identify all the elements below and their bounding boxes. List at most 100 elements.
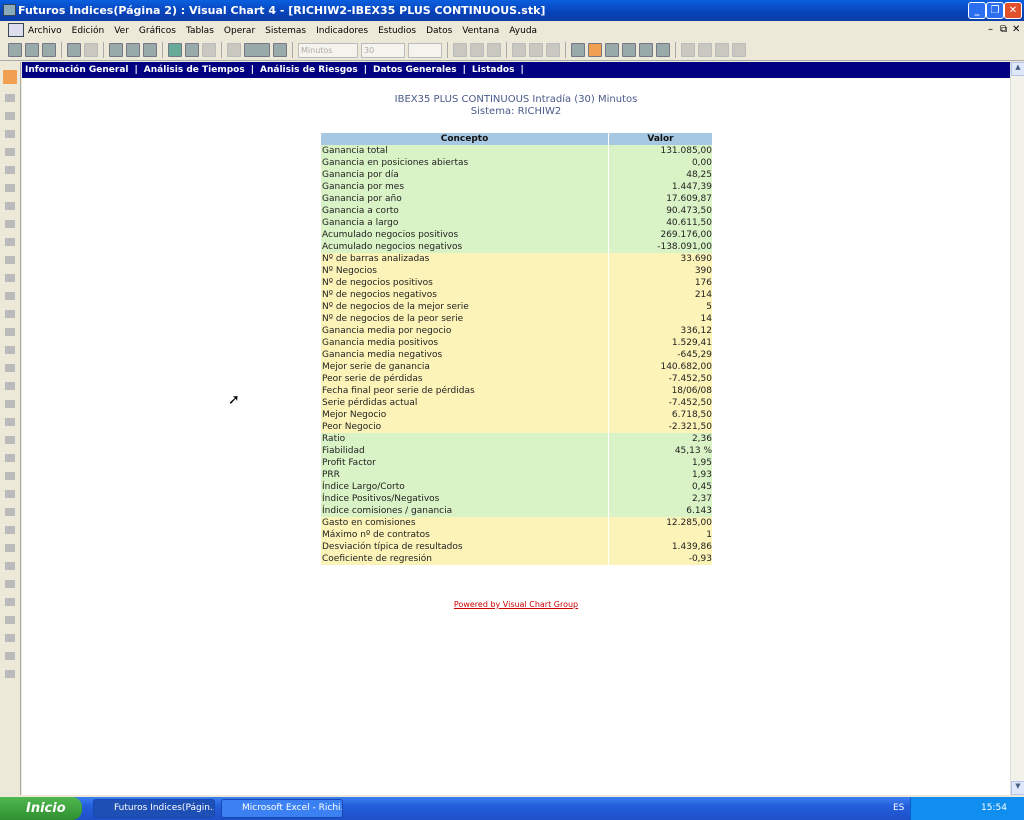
menu-0[interactable]: Archivo bbox=[28, 26, 62, 36]
language-indicator[interactable]: ES bbox=[893, 797, 904, 820]
drawing-tool-icon[interactable] bbox=[5, 130, 15, 138]
vertical-scrollbar[interactable]: ▲ ▼ bbox=[1010, 62, 1024, 795]
drawing-tool-icon[interactable] bbox=[5, 544, 15, 552]
period-select[interactable]: Minutos bbox=[298, 42, 358, 58]
select-tool-icon[interactable] bbox=[3, 70, 17, 84]
drawing-tool-icon[interactable] bbox=[5, 400, 15, 408]
properties-icon[interactable] bbox=[227, 43, 241, 57]
task-excel[interactable]: Microsoft Excel - Richi... bbox=[221, 799, 343, 818]
key-icon[interactable] bbox=[185, 43, 199, 57]
indicator-icon[interactable] bbox=[487, 43, 501, 57]
zoom-in-icon[interactable] bbox=[470, 43, 484, 57]
network-icon[interactable] bbox=[168, 43, 182, 57]
drawing-tool-icon[interactable] bbox=[5, 490, 15, 498]
drawing-tool-icon[interactable] bbox=[5, 220, 15, 228]
nav-link-4[interactable]: Listados bbox=[472, 65, 515, 75]
nav-link-2[interactable]: Análisis de Riesgos bbox=[260, 65, 358, 75]
pointer-icon[interactable] bbox=[512, 43, 526, 57]
connect-icon[interactable] bbox=[273, 43, 287, 57]
home-icon[interactable] bbox=[202, 43, 216, 57]
nav-link-0[interactable]: Información General bbox=[25, 65, 129, 75]
menu-1[interactable]: Edición bbox=[72, 26, 105, 36]
close-button[interactable]: ✕ bbox=[1004, 2, 1022, 19]
drawing-tool-icon[interactable] bbox=[5, 580, 15, 588]
menu-10[interactable]: Ventana bbox=[462, 26, 499, 36]
drawing-tool-icon[interactable] bbox=[5, 382, 15, 390]
drawing-tool-icon[interactable] bbox=[5, 418, 15, 426]
line-icon[interactable] bbox=[529, 43, 543, 57]
menu-5[interactable]: Operar bbox=[224, 26, 255, 36]
drawing-tool-icon[interactable] bbox=[5, 166, 15, 174]
pen-icon[interactable] bbox=[546, 43, 560, 57]
drawing-tool-icon[interactable] bbox=[5, 292, 15, 300]
drawing-tool-icon[interactable] bbox=[5, 274, 15, 282]
drawing-tool-icon[interactable] bbox=[5, 526, 15, 534]
drawing-tool-icon[interactable] bbox=[5, 346, 15, 354]
menu-2[interactable]: Ver bbox=[114, 26, 129, 36]
maximize-button[interactable]: ❐ bbox=[986, 2, 1004, 19]
folder-data-icon[interactable] bbox=[143, 43, 157, 57]
menu-7[interactable]: Indicadores bbox=[316, 26, 368, 36]
drawing-tool-icon[interactable] bbox=[5, 562, 15, 570]
drawing-tool-icon[interactable] bbox=[5, 328, 15, 336]
menu-3[interactable]: Gráficos bbox=[139, 26, 176, 36]
drawing-tool-icon[interactable] bbox=[5, 94, 15, 102]
table-row: Acumulado negocios positivos 269.176,00 bbox=[321, 229, 712, 241]
extra-select[interactable] bbox=[408, 42, 442, 58]
nav-link-1[interactable]: Análisis de Tiempos bbox=[144, 65, 245, 75]
scroll-up-icon[interactable]: ▲ bbox=[1011, 62, 1024, 76]
save-all-icon[interactable] bbox=[42, 43, 56, 57]
scroll-down-icon[interactable]: ▼ bbox=[1011, 781, 1024, 795]
scroll-range-icon[interactable] bbox=[244, 43, 270, 57]
mdi-close-icon[interactable]: ✕ bbox=[1012, 24, 1020, 35]
chart-icon[interactable] bbox=[67, 43, 81, 57]
drawing-tool-icon[interactable] bbox=[5, 364, 15, 372]
minimize-button[interactable]: _ bbox=[968, 2, 986, 19]
window-3-icon[interactable] bbox=[605, 43, 619, 57]
grid-icon[interactable] bbox=[681, 43, 695, 57]
document-icon[interactable] bbox=[8, 23, 24, 37]
menu-8[interactable]: Estudios bbox=[378, 26, 416, 36]
folder-icon[interactable] bbox=[109, 43, 123, 57]
drawing-tool-icon[interactable] bbox=[5, 184, 15, 192]
folder-chart-icon[interactable] bbox=[126, 43, 140, 57]
start-button[interactable]: Inicio bbox=[0, 797, 82, 820]
money-icon[interactable] bbox=[732, 43, 746, 57]
window-1-icon[interactable] bbox=[571, 43, 585, 57]
drawing-tool-icon[interactable] bbox=[5, 148, 15, 156]
drawing-tool-icon[interactable] bbox=[5, 652, 15, 660]
drawing-tool-icon[interactable] bbox=[5, 436, 15, 444]
drawing-tool-icon[interactable] bbox=[5, 634, 15, 642]
menu-6[interactable]: Sistemas bbox=[265, 26, 306, 36]
drawing-tool-icon[interactable] bbox=[5, 310, 15, 318]
window-2-icon[interactable] bbox=[588, 43, 602, 57]
menu-9[interactable]: Datos bbox=[426, 26, 452, 36]
drawing-tool-icon[interactable] bbox=[5, 616, 15, 624]
nav-link-3[interactable]: Datos Generales bbox=[373, 65, 457, 75]
bug-icon[interactable] bbox=[715, 43, 729, 57]
drawing-tool-icon[interactable] bbox=[5, 670, 15, 678]
menu-11[interactable]: Ayuda bbox=[509, 26, 537, 36]
drawing-tool-icon[interactable] bbox=[5, 472, 15, 480]
drawing-tool-icon[interactable] bbox=[5, 508, 15, 516]
window-4-icon[interactable] bbox=[622, 43, 636, 57]
mdi-restore-icon[interactable]: ⧉ bbox=[1000, 24, 1007, 35]
drawing-tool-icon[interactable] bbox=[5, 238, 15, 246]
window-5-icon[interactable] bbox=[639, 43, 653, 57]
drawing-tool-icon[interactable] bbox=[5, 454, 15, 462]
mdi-minimize-icon[interactable]: – bbox=[988, 24, 993, 35]
drawing-tool-icon[interactable] bbox=[5, 256, 15, 264]
interval-select[interactable]: 30 bbox=[361, 42, 405, 58]
save-icon[interactable] bbox=[25, 43, 39, 57]
dollar-icon[interactable] bbox=[698, 43, 712, 57]
chart-dim-icon[interactable] bbox=[84, 43, 98, 57]
drawing-tool-icon[interactable] bbox=[5, 112, 15, 120]
drawing-tool-icon[interactable] bbox=[5, 202, 15, 210]
menu-4[interactable]: Tablas bbox=[186, 26, 214, 36]
zoom-out-icon[interactable] bbox=[453, 43, 467, 57]
window-6-icon[interactable] bbox=[656, 43, 670, 57]
task-visual-chart[interactable]: Futuros Indices(Págin... bbox=[93, 799, 215, 818]
open-icon[interactable] bbox=[8, 43, 22, 57]
powered-by-link[interactable]: Powered by Visual Chart Group bbox=[22, 600, 1010, 609]
drawing-tool-icon[interactable] bbox=[5, 598, 15, 606]
